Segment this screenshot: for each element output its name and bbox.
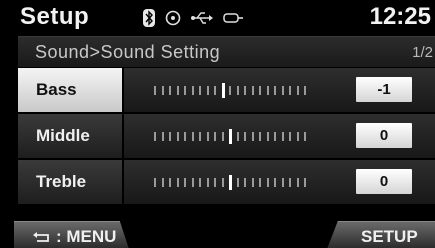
middle-slider[interactable] [154,129,306,144]
status-icons [143,8,243,28]
treble-slider[interactable] [154,175,306,190]
slider-tick [259,132,261,141]
row-middle[interactable]: Middle 0 [18,114,435,158]
menu-label: : MENU [32,227,116,247]
slider-tick [237,178,239,187]
bluetooth-icon [143,9,155,27]
bass-slider[interactable] [154,83,306,98]
back-arrow-icon [33,231,49,242]
slider-tick [252,132,254,141]
slider-tick [177,178,179,187]
value-box: -1 [356,77,412,102]
slider-knob[interactable] [222,83,225,98]
slider-tick [237,132,239,141]
row-track: -1 [124,68,435,112]
slider-tick [244,86,246,95]
setup-button[interactable]: SETUP [327,221,435,248]
usb-icon [191,12,213,24]
slider-tick [259,86,261,95]
slider-tick [274,86,276,95]
page-title: Setup [20,3,90,30]
row-treble[interactable]: Treble 0 [18,160,435,204]
slider-knob[interactable] [229,175,232,190]
slider-tick [169,132,171,141]
slider-tick [214,86,216,95]
slider-tick [154,132,156,141]
row-track: 0 [124,114,435,158]
slider-tick [297,178,299,187]
slider-tick [229,86,231,95]
slider-tick [214,178,216,187]
slider-tick [289,178,291,187]
slider-knob[interactable] [229,129,232,144]
menu-button[interactable]: : MENU [14,221,129,248]
disc-icon [165,10,181,26]
slider-tick [154,178,156,187]
slider-tick [162,86,164,95]
aux-icon [223,13,243,23]
slider-tick [207,132,209,141]
row-track: 0 [124,160,435,204]
slider-tick [297,86,299,95]
slider-tick [289,132,291,141]
slider-tick [274,178,276,187]
setup-label: SETUP [361,227,418,246]
slider-tick [222,178,224,187]
slider-tick [297,132,299,141]
slider-tick [244,178,246,187]
slider-tick [252,86,254,95]
breadcrumb: Sound>Sound Setting [35,42,221,62]
clock: 12:25 [369,3,431,30]
slider-tick [304,178,306,187]
slider-tick [282,132,284,141]
slider-tick [199,132,201,141]
slider-tick [192,132,194,141]
slider-tick [304,86,306,95]
slider-tick [289,86,291,95]
slider-tick [267,132,269,141]
breadcrumb-bar: Sound>Sound Setting 1/2 [18,36,435,67]
slider-tick [177,132,179,141]
value-box: 0 [356,169,412,194]
slider-tick [184,86,186,95]
slider-tick [199,178,201,187]
slider-tick [162,132,164,141]
slider-tick [282,178,284,187]
row-label[interactable]: Treble [18,160,122,204]
row-label[interactable]: Middle [18,114,122,158]
slider-tick [274,132,276,141]
slider-tick [237,86,239,95]
slider-tick [214,132,216,141]
slider-tick [192,178,194,187]
page-indicator: 1/2 [412,44,433,61]
slider-tick [282,86,284,95]
slider-tick [207,178,209,187]
slider-tick [192,86,194,95]
row-bass[interactable]: Bass -1 [18,68,435,112]
slider-tick [244,132,246,141]
slider-tick [267,178,269,187]
slider-tick [199,86,201,95]
header-bar: Setup 12:25 [0,0,435,36]
slider-tick [169,86,171,95]
slider-tick [207,86,209,95]
slider-tick [177,86,179,95]
slider-tick [252,178,254,187]
slider-tick [154,86,156,95]
slider-tick [222,132,224,141]
slider-tick [259,178,261,187]
slider-tick [169,178,171,187]
slider-tick [184,132,186,141]
slider-tick [304,132,306,141]
row-label[interactable]: Bass [18,68,122,112]
setup-screen: Setup 12:25 Sound>Sound Setting 1/2 Bass… [0,0,435,248]
slider-tick [267,86,269,95]
menu-text: MENU [66,227,117,246]
value-box: 0 [356,123,412,148]
slider-tick [162,178,164,187]
slider-tick [184,178,186,187]
